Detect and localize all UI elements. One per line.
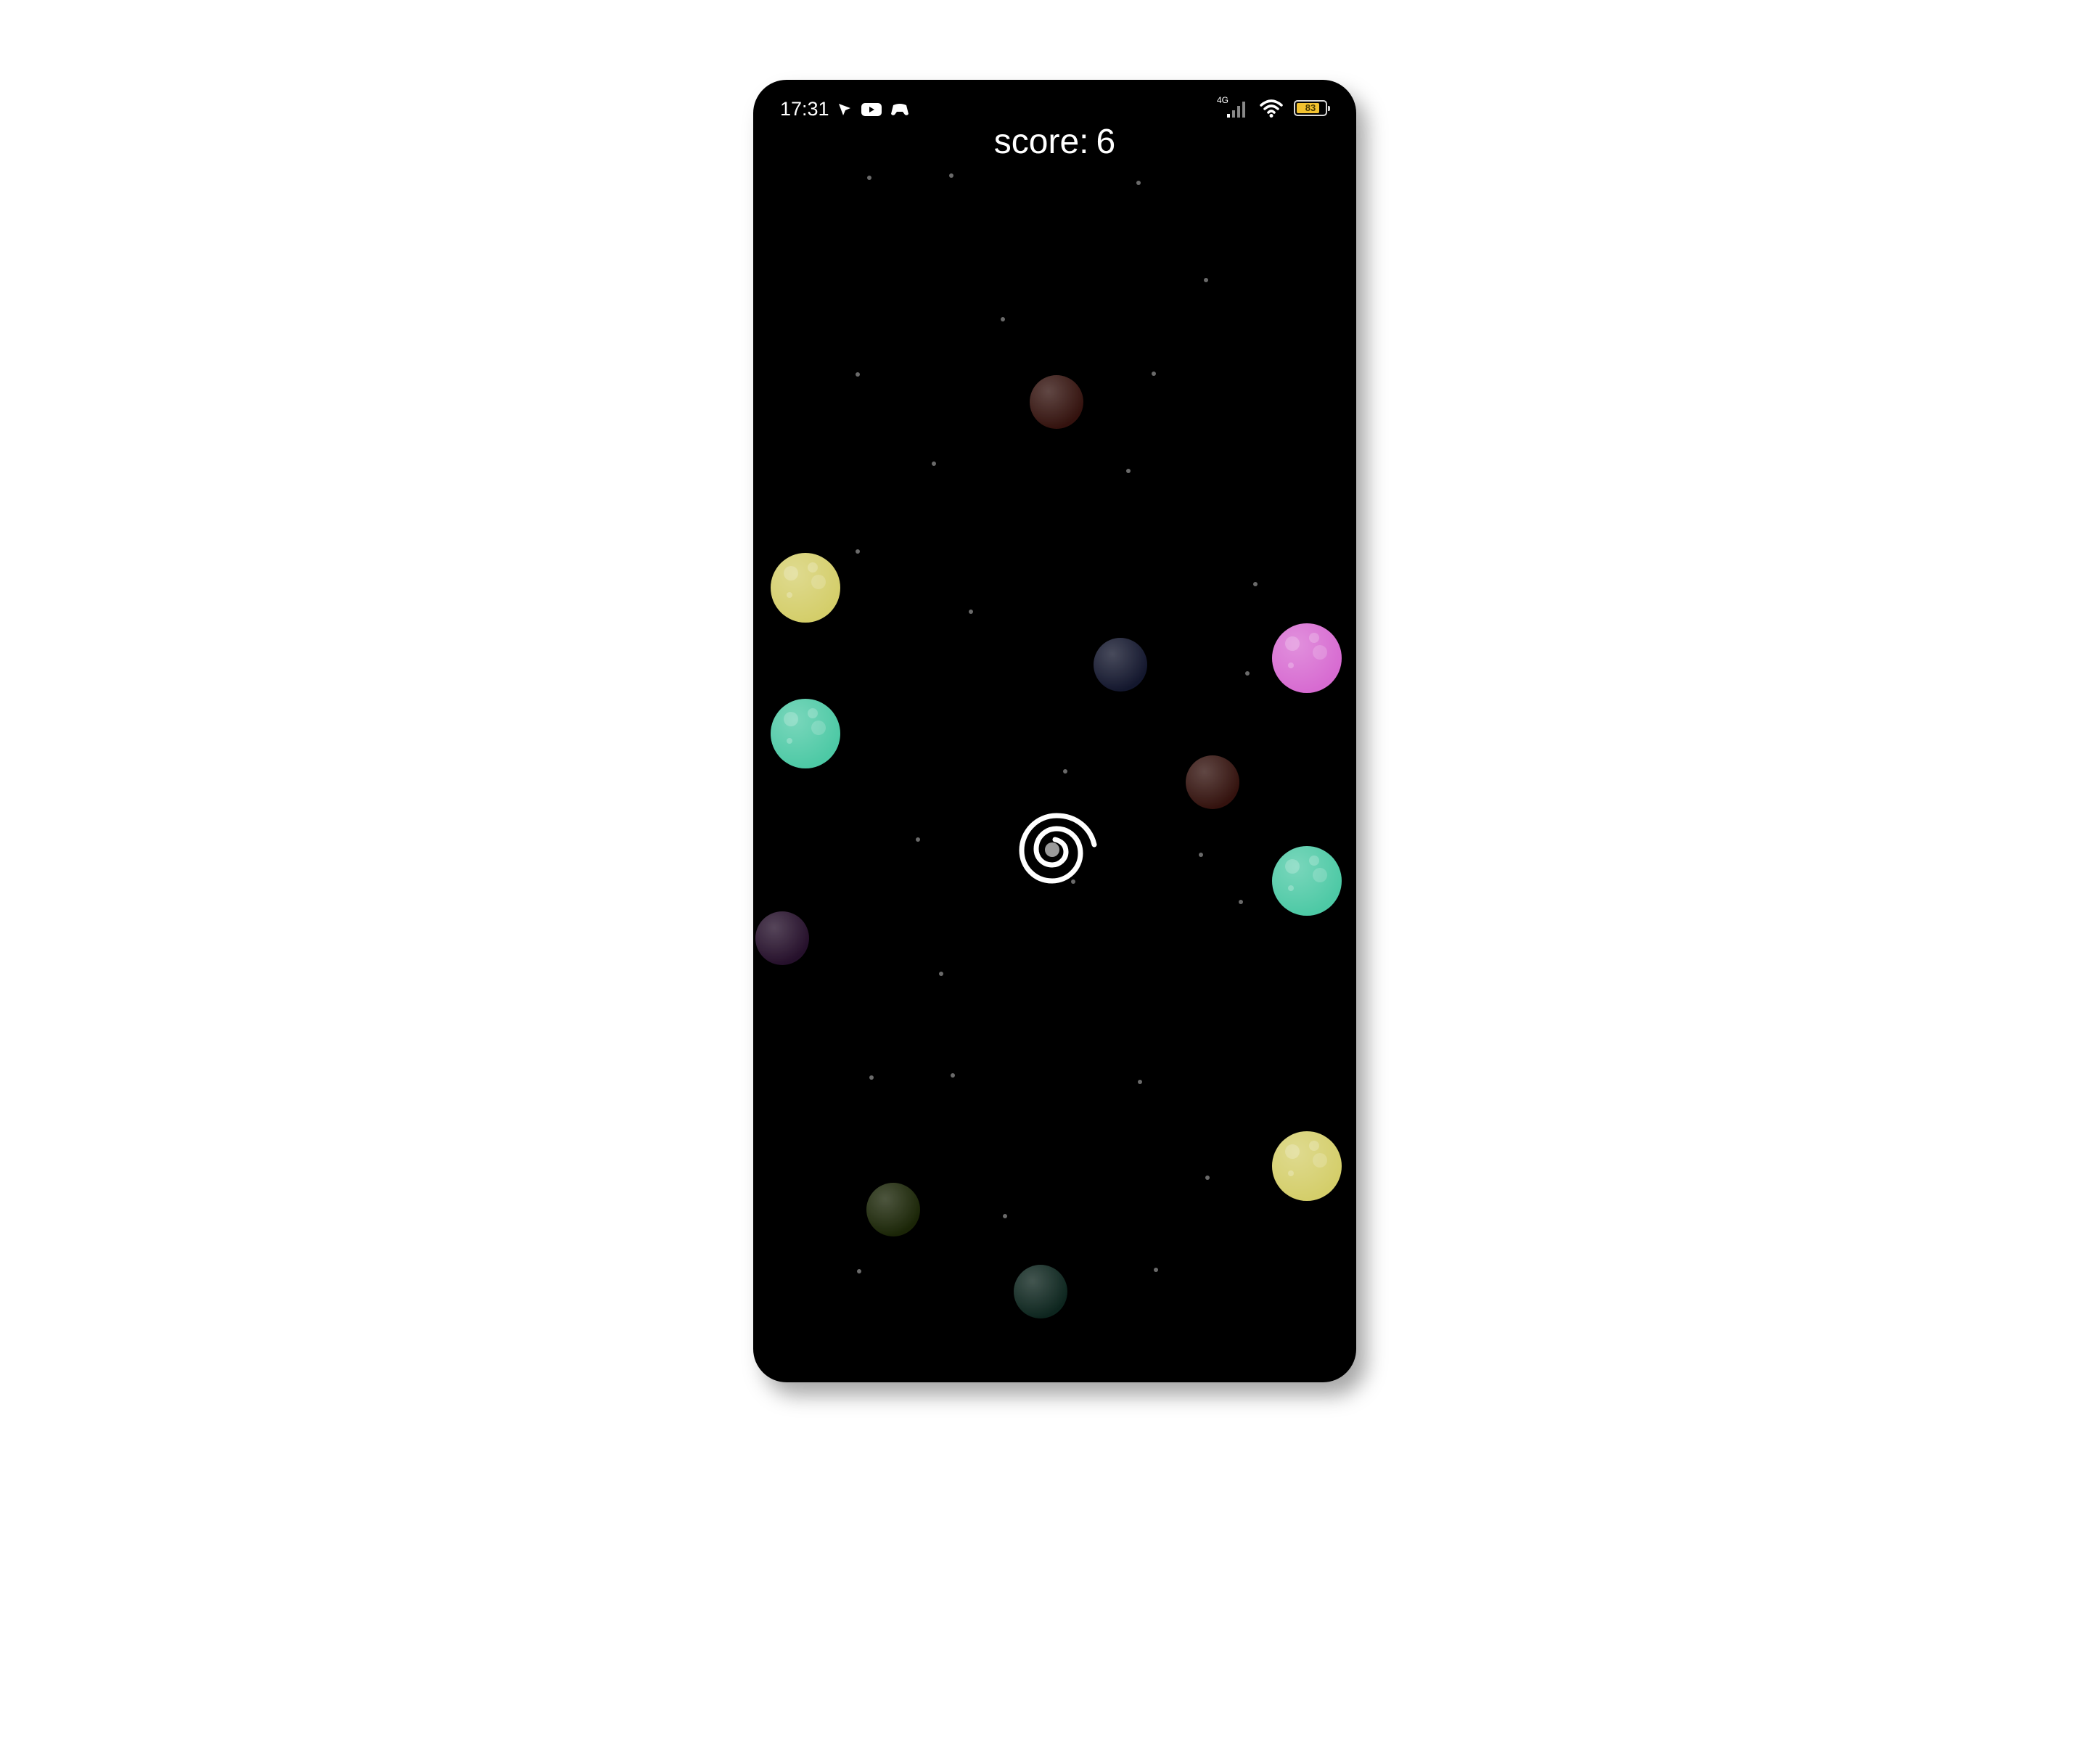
star [1205,1176,1210,1180]
star [1136,181,1141,185]
faded-ball [1094,638,1147,692]
star-field [856,173,1258,1273]
star [1152,372,1156,376]
star [867,176,871,180]
star [939,972,943,976]
faded-ball [1014,1265,1067,1318]
star [951,1073,955,1078]
yellow-ball[interactable] [1272,1131,1342,1201]
star [1126,469,1131,473]
star [857,1269,861,1273]
star [1063,769,1067,774]
teal-ball[interactable] [1272,846,1342,916]
faded-ball [1186,755,1239,809]
star [916,837,920,842]
star [1003,1214,1007,1218]
star [1138,1080,1142,1084]
game-field[interactable] [753,80,1356,1382]
star [932,461,936,466]
star [856,549,860,554]
star [856,372,860,377]
star [1239,900,1243,904]
star [1204,278,1208,282]
spiral-icon[interactable] [1019,813,1097,884]
star [1199,853,1203,857]
star [949,173,953,178]
faded-ball [1030,375,1083,429]
star [1154,1268,1158,1272]
yellow-ball[interactable] [771,553,840,623]
star [1253,582,1258,586]
star [869,1075,874,1080]
magenta-ball[interactable] [1272,623,1342,693]
star [1001,317,1005,321]
teal-ball[interactable] [771,699,840,768]
faded-ball [866,1183,920,1236]
star [1071,879,1075,884]
star [969,610,973,614]
phone-screen: 17:31 4G 83 score: 6 [753,80,1356,1382]
star [1245,671,1250,676]
faded-ball [755,911,809,965]
